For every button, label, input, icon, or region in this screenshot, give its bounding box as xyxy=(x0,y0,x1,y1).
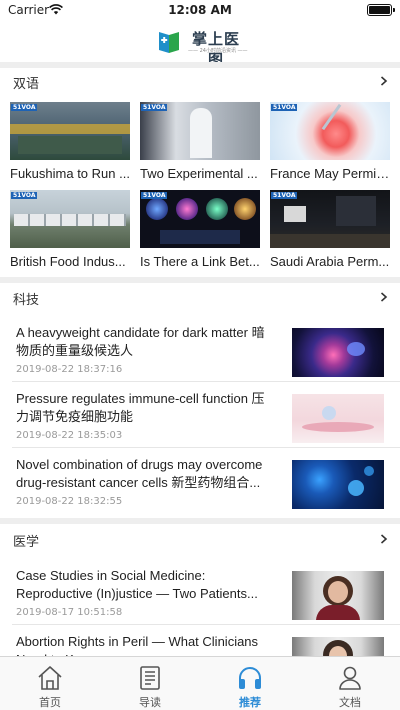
section-title: 科技 xyxy=(13,293,40,308)
reading-guide-icon xyxy=(140,666,160,690)
bilingual-caption: France May Permit... xyxy=(270,166,390,181)
article-date: 2019-08-22 18:32:55 xyxy=(16,496,123,507)
article-headline: Pressure regulates immune-cell function … xyxy=(16,391,265,424)
tab-reading-guide[interactable]: 导读 xyxy=(100,657,200,710)
bilingual-caption: Two Experimental ... xyxy=(140,166,258,181)
bilingual-item[interactable]: 51VOA Fukushima to Run ... xyxy=(10,102,130,181)
section-title: 医学 xyxy=(13,535,40,550)
article-thumbnail xyxy=(292,571,384,620)
article-thumbnail xyxy=(292,328,384,377)
tab-label: 首页 xyxy=(39,696,61,709)
tab-label: 导读 xyxy=(139,696,161,709)
list-divider xyxy=(12,447,400,448)
brand-badge-icon: 51VOA xyxy=(271,192,298,199)
article-thumbnail: 51VOA xyxy=(270,102,390,160)
app-header: 掌上医图 —— 24小时前沿资讯 —— xyxy=(0,20,400,69)
tab-documents[interactable]: 文档 xyxy=(300,657,400,710)
bilingual-caption: Is There a Link Bet... xyxy=(140,254,260,269)
tech-article[interactable]: A heavyweight candidate for dark matter … xyxy=(0,324,400,394)
article-headline: Case Studies in Social Medicine: Reprodu… xyxy=(16,568,258,601)
section-header-medicine[interactable]: 医学 xyxy=(0,524,400,554)
app-logo: 掌上医图 —— 24小时前沿资讯 —— xyxy=(157,26,248,69)
list-divider xyxy=(12,624,400,625)
chevron-right-icon xyxy=(380,76,388,86)
article-headline: A heavyweight candidate for dark matter … xyxy=(16,325,265,358)
article-thumbnail xyxy=(292,394,384,443)
bilingual-item[interactable]: 51VOA France May Permit... xyxy=(270,102,390,181)
tab-label: 文档 xyxy=(339,696,361,709)
headphones-icon xyxy=(239,667,261,689)
bilingual-item[interactable]: 51VOA British Food Indus... xyxy=(10,190,130,269)
brand-badge-icon: 51VOA xyxy=(11,192,38,199)
article-headline: Novel combination of drugs may overcome … xyxy=(16,457,263,490)
book-cross-icon xyxy=(159,32,179,53)
bilingual-item[interactable]: 51VOA Saudi Arabia Perm... xyxy=(270,190,390,269)
bilingual-caption: British Food Indus... xyxy=(10,254,126,269)
bilingual-item[interactable]: 51VOA Two Experimental ... xyxy=(140,102,260,181)
bilingual-caption: Saudi Arabia Perm... xyxy=(270,254,390,269)
chevron-right-icon xyxy=(380,292,388,302)
list-divider xyxy=(12,381,400,382)
section-header-technology[interactable]: 科技 xyxy=(0,282,400,312)
tab-label: 推荐 xyxy=(239,696,261,709)
brand-badge-icon: 51VOA xyxy=(11,104,38,111)
bilingual-caption: Fukushima to Run ... xyxy=(10,166,130,181)
status-bar: Carrier 12:08 AM xyxy=(0,0,400,20)
chevron-right-icon xyxy=(380,534,388,544)
article-thumbnail: 51VOA xyxy=(140,190,260,248)
tab-home[interactable]: 首页 xyxy=(0,657,100,710)
status-time: 12:08 AM xyxy=(168,3,232,17)
tab-recommend[interactable]: 推荐 xyxy=(200,657,300,710)
article-thumbnail: 51VOA xyxy=(270,190,390,248)
brand-badge-icon: 51VOA xyxy=(141,104,168,111)
medicine-article[interactable]: Case Studies in Social Medicine: Reprodu… xyxy=(0,567,400,637)
section-title: 双语 xyxy=(13,77,40,92)
person-icon xyxy=(339,666,361,690)
article-thumbnail: 51VOA xyxy=(10,102,130,160)
brand-badge-icon: 51VOA xyxy=(271,104,298,111)
brand-badge-icon: 51VOA xyxy=(141,192,168,199)
section-header-bilingual[interactable]: 双语 xyxy=(0,66,400,96)
home-icon xyxy=(38,666,62,690)
tech-article[interactable]: Novel combination of drugs may overcome … xyxy=(0,456,400,526)
article-thumbnail: 51VOA xyxy=(10,190,130,248)
app-slogan: —— 24小时前沿资讯 —— xyxy=(188,48,248,54)
tech-article[interactable]: Pressure regulates immune-cell function … xyxy=(0,390,400,460)
article-date: 2019-08-17 10:51:58 xyxy=(16,607,123,618)
bilingual-item[interactable]: 51VOA Is There a Link Bet... xyxy=(140,190,260,269)
article-date: 2019-08-22 18:35:03 xyxy=(16,430,123,441)
article-date: 2019-08-22 18:37:16 xyxy=(16,364,123,375)
article-thumbnail: 51VOA xyxy=(140,102,260,160)
bottom-tab-bar: 首页 导读 推荐 文档 xyxy=(0,656,400,710)
article-thumbnail xyxy=(292,460,384,509)
battery-icon xyxy=(367,4,395,16)
